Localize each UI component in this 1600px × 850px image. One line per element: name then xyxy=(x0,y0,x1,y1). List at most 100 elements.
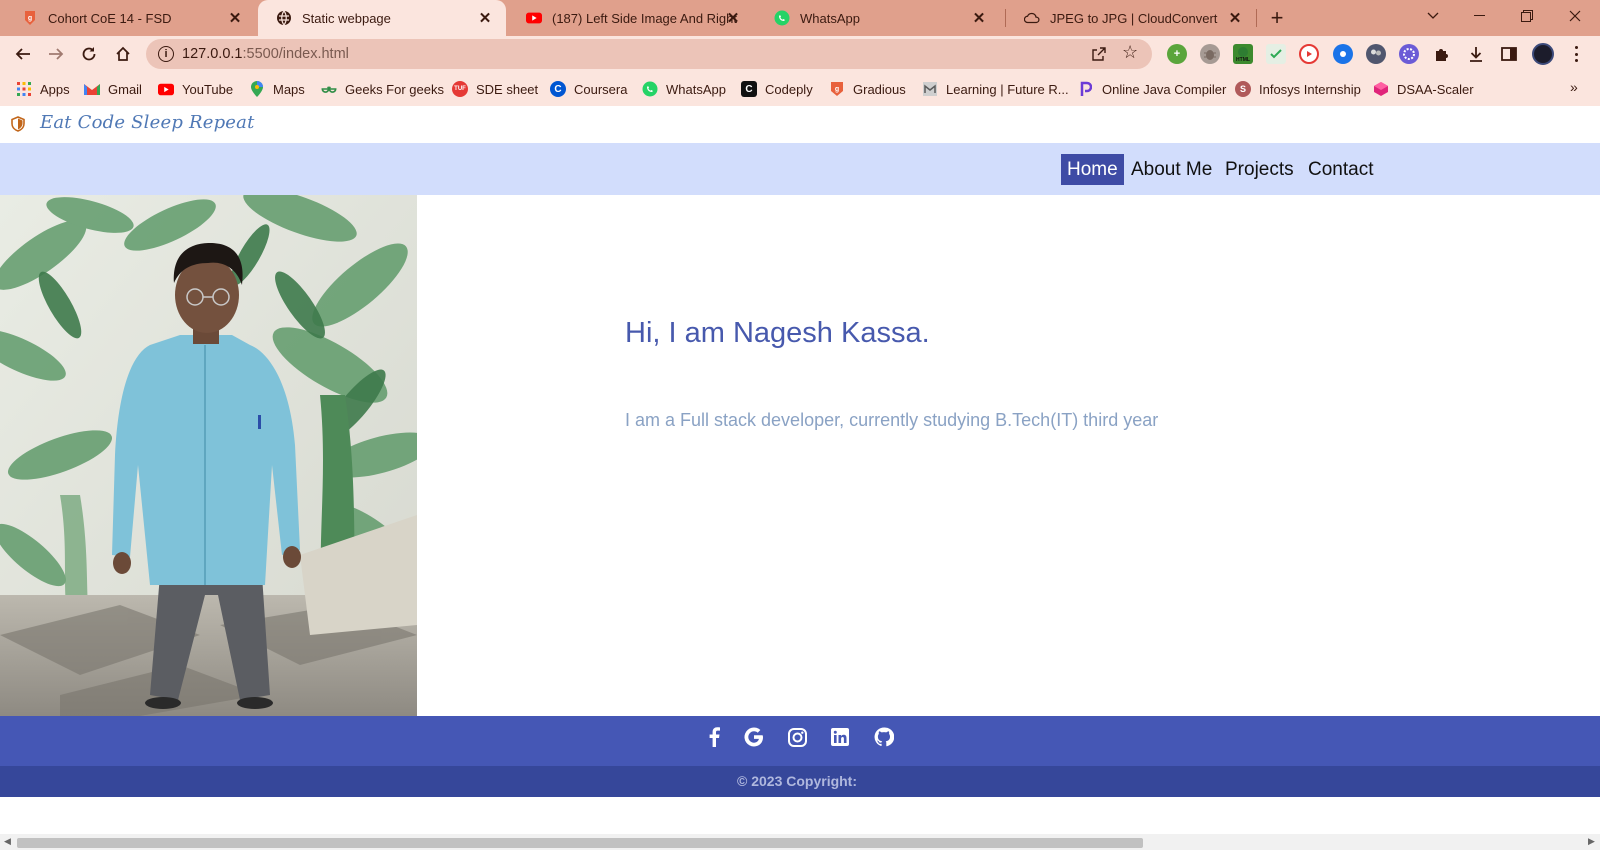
bookmark-sde-sheet[interactable]: TUF SDE sheet xyxy=(452,78,538,100)
reload-icon[interactable] xyxy=(76,41,102,67)
youtube-icon xyxy=(158,81,174,97)
bookmark-whatsapp[interactable]: WhatsApp xyxy=(642,78,726,100)
maps-icon xyxy=(249,81,265,97)
download-icon[interactable] xyxy=(1466,44,1486,64)
extensions-puzzle-icon[interactable] xyxy=(1432,44,1452,64)
bookmark-future-skills[interactable]: Learning | Future R... xyxy=(922,78,1069,100)
address-bar[interactable]: i 127.0.0.1:5500/index.html ☆ xyxy=(146,39,1152,69)
tab-whatsapp[interactable]: WhatsApp ✕ xyxy=(756,0,1000,36)
nav-projects[interactable]: Projects xyxy=(1219,154,1300,185)
google-icon[interactable] xyxy=(743,726,765,748)
youtube-icon xyxy=(526,10,542,26)
copyright-text: © 2023 Copyright: xyxy=(737,773,858,789)
instagram-icon[interactable] xyxy=(786,726,808,748)
programiz-icon xyxy=(1078,81,1094,97)
nav-home[interactable]: Home xyxy=(1061,154,1124,185)
profile-photo xyxy=(0,195,417,716)
bookmark-apps[interactable]: Apps xyxy=(16,78,70,100)
minimize-icon[interactable] xyxy=(1456,0,1502,32)
github-icon[interactable] xyxy=(873,726,895,748)
restore-icon[interactable] xyxy=(1504,0,1550,32)
profile-avatar[interactable] xyxy=(1532,43,1554,65)
extension-people-icon[interactable] xyxy=(1366,44,1386,64)
side-panel-icon[interactable] xyxy=(1499,44,1519,64)
coursera-icon: C xyxy=(550,81,566,97)
bookmark-scaler[interactable]: DSAA-Scaler xyxy=(1373,78,1474,100)
site-brand[interactable]: Eat Code Sleep Repeat xyxy=(40,112,255,133)
extension-html-icon[interactable]: HTML xyxy=(1233,44,1253,64)
close-icon[interactable]: ✕ xyxy=(476,9,494,27)
close-icon[interactable]: ✕ xyxy=(724,9,742,27)
site-navbar: Home About Me Projects Contact xyxy=(0,143,1600,195)
svg-text:g: g xyxy=(28,15,32,22)
site-info-icon[interactable]: i xyxy=(158,46,174,62)
forward-icon[interactable] xyxy=(43,41,69,67)
horizontal-scrollbar[interactable]: ◀ ▶ xyxy=(0,834,1600,850)
tab-title: (187) Left Side Image And Right Side Tex… xyxy=(552,10,737,26)
bookmark-codeply[interactable]: C Codeply xyxy=(741,78,813,100)
close-icon[interactable]: ✕ xyxy=(226,9,244,27)
close-icon[interactable]: ✕ xyxy=(970,9,988,27)
new-tab-button[interactable]: + xyxy=(1264,5,1290,31)
svg-text:HTML: HTML xyxy=(1236,57,1250,62)
tab-cohort[interactable]: g Cohort CoE 14 - FSD ✕ xyxy=(4,0,256,36)
linkedin-icon[interactable] xyxy=(829,726,851,748)
whatsapp-icon xyxy=(642,81,658,97)
gfg-icon xyxy=(321,81,337,97)
gradious-icon: g xyxy=(22,10,38,26)
infosys-icon: S xyxy=(1235,81,1251,97)
bookmark-coursera[interactable]: C Coursera xyxy=(550,78,627,100)
extension-plus-icon[interactable]: + xyxy=(1167,44,1187,64)
hero-title: Hi, I am Nagesh Kassa. xyxy=(625,317,930,349)
gmail-icon xyxy=(84,81,100,97)
bookmark-star-icon[interactable]: ☆ xyxy=(1122,42,1138,63)
scaler-icon xyxy=(1373,81,1389,97)
bookmark-geeksforgeeks[interactable]: Geeks For geeks xyxy=(321,78,444,100)
tab-strip: g Cohort CoE 14 - FSD ✕ Static webpage ✕… xyxy=(0,0,1600,36)
site-header: Eat Code Sleep Repeat xyxy=(0,106,1600,143)
url-text[interactable]: 127.0.0.1:5500/index.html xyxy=(182,46,349,62)
back-icon[interactable] xyxy=(10,41,36,67)
scroll-right-icon[interactable]: ▶ xyxy=(1588,836,1595,847)
codeply-icon: C xyxy=(741,81,757,97)
hero-subtitle: I am a Full stack developer, currently s… xyxy=(625,410,1159,430)
footer-social-bar xyxy=(0,716,1600,766)
cloudconvert-icon xyxy=(1024,10,1040,26)
bookmark-maps[interactable]: Maps xyxy=(249,78,305,100)
extension-bug-icon[interactable] xyxy=(1200,44,1220,64)
tab-static-webpage[interactable]: Static webpage ✕ xyxy=(258,0,506,36)
close-window-icon[interactable] xyxy=(1552,0,1598,32)
extension-aperture-icon[interactable] xyxy=(1333,44,1353,64)
bookmark-gmail[interactable]: Gmail xyxy=(84,78,142,100)
bookmarks-bar: Apps Gmail YouTube Maps Geeks For geeks xyxy=(0,72,1600,106)
browser-menu-icon[interactable] xyxy=(1568,44,1584,64)
bookmark-infosys[interactable]: S Infosys Internship xyxy=(1235,78,1361,100)
shield-icon xyxy=(11,116,25,132)
bookmark-gradious[interactable]: g Gradious xyxy=(829,78,906,100)
footer-copyright-bar: © 2023 Copyright: xyxy=(0,766,1600,797)
browser-toolbar: i 127.0.0.1:5500/index.html ☆ + HTML xyxy=(0,36,1600,72)
close-icon[interactable]: ✕ xyxy=(1226,9,1244,27)
scroll-left-icon[interactable]: ◀ xyxy=(4,836,11,847)
web-page: Eat Code Sleep Repeat Home About Me Proj… xyxy=(0,106,1600,850)
nav-contact[interactable]: Contact xyxy=(1302,154,1379,185)
nav-about-me[interactable]: About Me xyxy=(1125,154,1218,185)
globe-icon xyxy=(276,10,292,26)
facebook-icon[interactable] xyxy=(703,726,725,748)
tuf-icon: TUF xyxy=(452,81,468,97)
bookmark-youtube[interactable]: YouTube xyxy=(158,78,233,100)
scrollbar-thumb[interactable] xyxy=(17,838,1143,848)
futureskills-icon xyxy=(922,81,938,97)
tab-youtube[interactable]: (187) Left Side Image And Right Side Tex… xyxy=(508,0,754,36)
apps-grid-icon xyxy=(16,81,32,97)
tab-search-chevron-icon[interactable] xyxy=(1410,0,1456,32)
share-icon[interactable] xyxy=(1090,45,1108,63)
extension-gear-icon[interactable] xyxy=(1399,44,1419,64)
extension-play-icon[interactable] xyxy=(1299,44,1319,64)
tab-cloudconvert[interactable]: JPEG to JPG | CloudConvert ✕ xyxy=(1006,0,1256,36)
bookmark-java-compiler[interactable]: Online Java Compiler xyxy=(1078,78,1226,100)
bookmarks-overflow-icon[interactable]: » xyxy=(1570,79,1578,95)
tab-title: Cohort CoE 14 - FSD xyxy=(48,10,172,26)
home-icon[interactable] xyxy=(110,41,136,67)
extension-check-icon[interactable] xyxy=(1266,44,1286,64)
